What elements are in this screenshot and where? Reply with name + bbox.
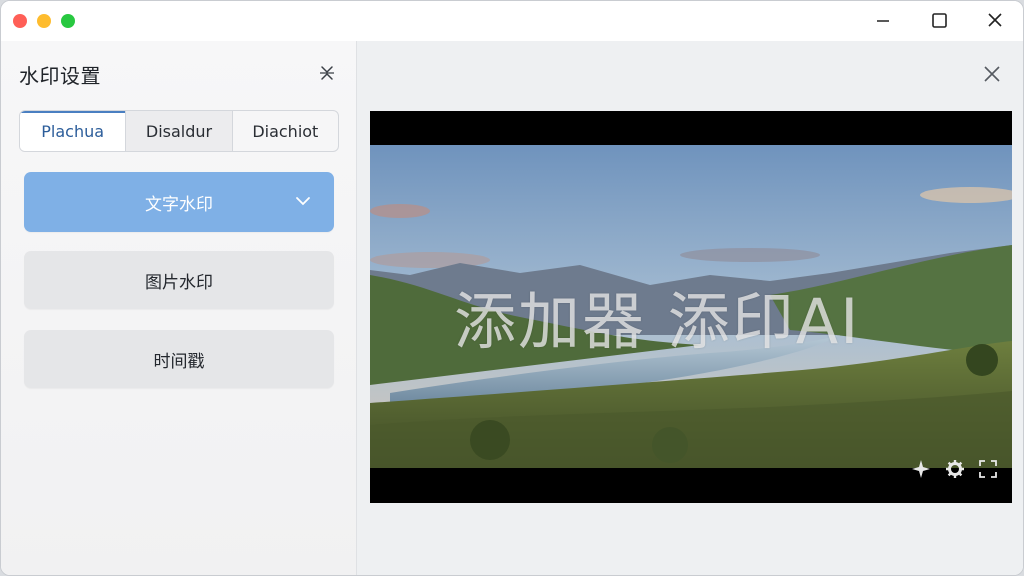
text-watermark-label: 文字水印 — [145, 194, 213, 215]
timestamp-button[interactable]: 时间戳 — [24, 330, 334, 388]
mode-tabs: Plachua Disaldur Diachiot — [19, 110, 339, 152]
maximize-button[interactable] — [927, 10, 951, 32]
gear-icon[interactable] — [944, 458, 966, 480]
preview-panel: 添加器 添印AI — [357, 41, 1023, 575]
sparkle-icon[interactable] — [910, 458, 932, 480]
minimize-button[interactable] — [871, 10, 895, 32]
app-window: 水印设置 Plachua Disaldur Diachiot 文字水印 图片水印… — [0, 0, 1024, 576]
tab-diachiot[interactable]: Diachiot — [233, 111, 338, 151]
chevron-down-icon — [296, 197, 310, 206]
zoom-window-dot[interactable] — [61, 14, 75, 28]
title-bar — [1, 1, 1023, 41]
collapse-pin-icon[interactable] — [315, 61, 339, 85]
close-preview-button[interactable] — [981, 63, 1003, 85]
close-window-dot[interactable] — [13, 14, 27, 28]
timestamp-label: 时间戳 — [153, 351, 205, 372]
minimize-icon — [877, 20, 889, 22]
minimize-window-dot[interactable] — [37, 14, 51, 28]
fullscreen-icon[interactable] — [977, 458, 999, 480]
tab-disaldur[interactable]: Disaldur — [126, 111, 233, 151]
tab-plachua[interactable]: Plachua — [20, 111, 127, 151]
text-watermark-button[interactable]: 文字水印 — [24, 172, 334, 232]
maximize-icon — [932, 13, 947, 28]
image-watermark-button[interactable]: 图片水印 — [24, 251, 334, 309]
video-preview[interactable]: 添加器 添印AI — [370, 111, 1012, 503]
close-icon — [988, 13, 1002, 27]
watermark-overlay-text: 添加器 添印AI — [454, 285, 861, 358]
close-icon — [984, 66, 1000, 82]
image-watermark-label: 图片水印 — [145, 272, 213, 293]
panel-title: 水印设置 — [19, 64, 101, 88]
watermark-settings-panel: 水印设置 Plachua Disaldur Diachiot 文字水印 图片水印… — [1, 41, 357, 575]
close-button[interactable] — [983, 10, 1007, 32]
